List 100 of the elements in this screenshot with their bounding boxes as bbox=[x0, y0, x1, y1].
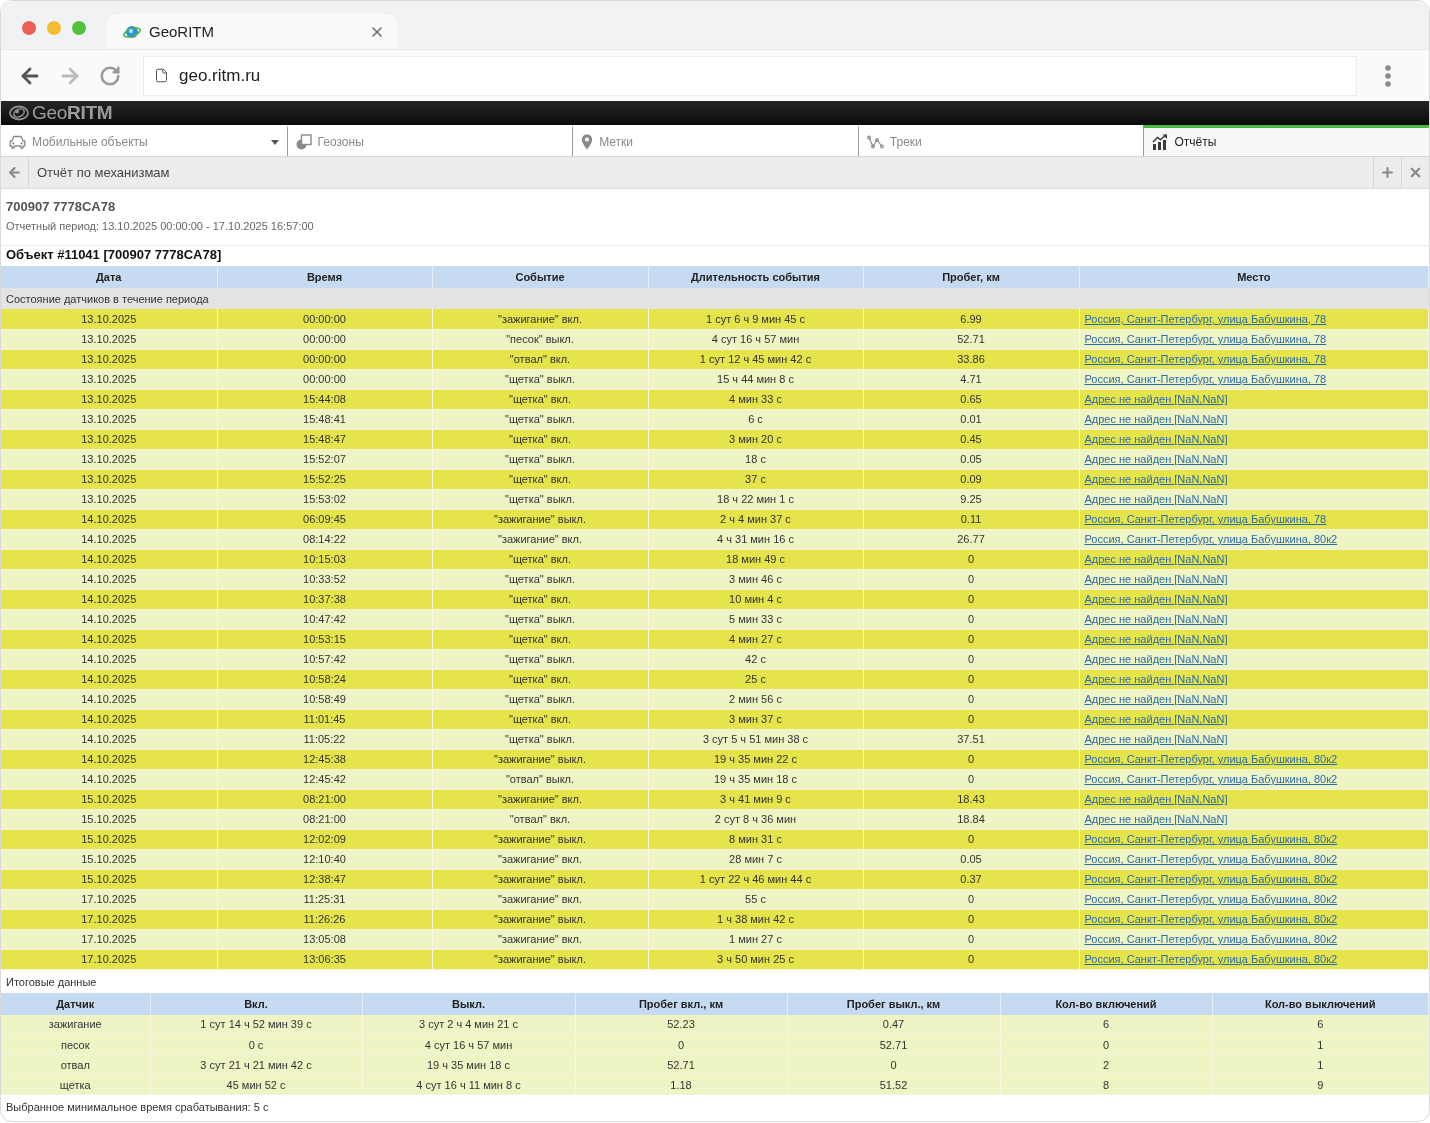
address-link[interactable]: Адрес не найден [NaN,NaN] bbox=[1084, 633, 1228, 645]
table-cell: 4 мин 33 с bbox=[648, 389, 863, 409]
address-link[interactable]: Россия, Санкт-Петербург, улица Бабушкина, 80к2 bbox=[1084, 873, 1338, 885]
table-cell: 13.10.2025 bbox=[1, 449, 217, 469]
address-link[interactable]: Россия, Санкт-Петербург, улица Бабушкина, 80к2 bbox=[1084, 773, 1338, 785]
table-cell: 42 с bbox=[648, 649, 863, 669]
table-cell: 10:47:42 bbox=[217, 609, 432, 629]
table-cell: 13.10.2025 bbox=[1, 429, 217, 449]
address-link[interactable]: Россия, Санкт-Петербург, улица Бабушкина, 80к2 bbox=[1084, 933, 1338, 945]
address-link[interactable]: Россия, Санкт-Петербург, улица Бабушкина, 78 bbox=[1084, 333, 1327, 345]
section-title: Объект #11041 [700907 7778CA78] bbox=[6, 247, 222, 263]
footnote: Выбранное минимальное время срабатывания: 5 с bbox=[6, 1100, 269, 1114]
table-cell: 15.10.2025 bbox=[1, 809, 217, 829]
table-cell: 0 bbox=[863, 549, 1079, 569]
address-link[interactable]: Россия, Санкт-Петербург, улица Бабушкина, 80к2 bbox=[1084, 833, 1338, 845]
table-cell: "зажигание" выкл. bbox=[432, 869, 648, 889]
address-link[interactable]: Адрес не найден [NaN,NaN] bbox=[1084, 493, 1228, 505]
table-cell: 9.25 bbox=[863, 489, 1079, 509]
address-link[interactable]: Россия, Санкт-Петербург, улица Бабушкина, 78 bbox=[1084, 312, 1327, 325]
address-link[interactable]: Адрес не найден [NaN,NaN] bbox=[1084, 613, 1228, 625]
table-cell: "зажигание" выкл. bbox=[432, 749, 648, 769]
table-cell: 0.45 bbox=[863, 429, 1079, 449]
address-link[interactable]: Россия, Санкт-Петербург, улица Бабушкина, 80к2 bbox=[1084, 913, 1338, 925]
column-header: Место bbox=[1079, 266, 1429, 288]
table-cell: 0 bbox=[863, 709, 1079, 729]
table-cell: 10:15:03 bbox=[217, 549, 432, 569]
address-link[interactable]: Адрес не найден [NaN,NaN] bbox=[1084, 453, 1228, 465]
table-cell: 14.10.2025 bbox=[1, 549, 217, 569]
table-cell: "щетка" вкл. bbox=[432, 709, 648, 729]
window-minimize-icon[interactable] bbox=[47, 21, 61, 35]
table-cell: "зажигание" вкл. bbox=[432, 929, 648, 949]
table-cell: 17.10.2025 bbox=[1, 909, 217, 929]
table-cell: 0 bbox=[863, 829, 1079, 849]
table-cell: 0.65 bbox=[863, 389, 1079, 409]
table-cell: 0 bbox=[863, 689, 1079, 709]
table-cell: 0 bbox=[863, 609, 1079, 629]
table-cell: 15 ч 44 мин 8 с bbox=[648, 369, 863, 389]
table-cell: 00:00:00 bbox=[217, 349, 432, 369]
table-cell: "зажигание" вкл. bbox=[432, 889, 648, 909]
address-link[interactable]: Адрес не найден [NaN,NaN] bbox=[1084, 413, 1228, 425]
address-link[interactable]: Адрес не найден [NaN,NaN] bbox=[1084, 593, 1228, 605]
address-link[interactable]: Адрес не найден [NaN,NaN] bbox=[1084, 473, 1228, 485]
table-cell: 0 bbox=[863, 629, 1079, 649]
reload-icon bbox=[99, 64, 121, 87]
address-link[interactable]: Адрес не найден [NaN,NaN] bbox=[1084, 433, 1228, 445]
column-header: Длительность события bbox=[648, 266, 863, 288]
back-icon bbox=[7, 165, 22, 180]
address-link[interactable]: Адрес не найден [NaN,NaN] bbox=[1084, 733, 1228, 745]
table-cell: 0 bbox=[863, 669, 1079, 689]
table-cell: 45 мин 52 с bbox=[150, 1074, 362, 1095]
table-cell: 1 сут 22 ч 46 мин 44 с bbox=[648, 869, 863, 889]
address-link[interactable]: Адрес не найден [NaN,NaN] bbox=[1084, 653, 1228, 665]
address-link[interactable]: Адрес не найден [NaN,NaN] bbox=[1084, 553, 1228, 565]
address-link[interactable]: Адрес не найден [NaN,NaN] bbox=[1084, 693, 1228, 705]
address-field[interactable]: geo.ritm.ru bbox=[143, 55, 1357, 96]
address-link[interactable]: Адрес не найден [NaN,NaN] bbox=[1084, 673, 1228, 685]
window-maximize-icon[interactable] bbox=[72, 21, 86, 35]
route-icon bbox=[866, 135, 884, 149]
address-link[interactable]: Адрес не найден [NaN,NaN] bbox=[1084, 393, 1228, 405]
address-link[interactable]: Россия, Санкт-Петербург, улица Бабушкина, 80к2 bbox=[1084, 853, 1338, 865]
window-close-icon[interactable] bbox=[22, 21, 36, 35]
address-link[interactable]: Россия, Санкт-Петербург, улица Бабушкина, 78 bbox=[1084, 513, 1327, 525]
table-cell: 18 мин 49 с bbox=[648, 549, 863, 569]
browser-tab[interactable]: GeoRITM bbox=[107, 14, 397, 49]
table-cell: "щетка" вкл. bbox=[432, 629, 648, 649]
close-icon bbox=[1408, 165, 1423, 180]
table-cell: 14.10.2025 bbox=[1, 709, 217, 729]
table-cell: 1 сут 12 ч 45 мин 42 с bbox=[648, 349, 863, 369]
address-link[interactable]: Россия, Санкт-Петербург, улица Бабушкина, 80к2 bbox=[1084, 533, 1338, 545]
table-cell: 6.99 bbox=[863, 309, 1079, 329]
address-link[interactable]: Россия, Санкт-Петербург, улица Бабушкина, 80к2 bbox=[1084, 753, 1338, 765]
table-cell: 13.10.2025 bbox=[1, 329, 217, 349]
address-link[interactable]: Адрес не найден [NaN,NaN] bbox=[1084, 813, 1228, 825]
table-cell: 08:21:00 bbox=[217, 809, 432, 829]
table-cell: 52.71 bbox=[575, 1054, 787, 1075]
address-link[interactable]: Адрес не найден [NaN,NaN] bbox=[1084, 793, 1228, 805]
table-cell: 0 bbox=[863, 769, 1079, 789]
address-link[interactable]: Адрес не найден [NaN,NaN] bbox=[1084, 713, 1228, 725]
address-link[interactable]: Россия, Санкт-Петербург, улица Бабушкина, 78 bbox=[1084, 353, 1327, 365]
table-cell: 15:48:47 bbox=[217, 429, 432, 449]
table-cell: 52.71 bbox=[787, 1034, 1000, 1055]
address-link[interactable]: Россия, Санкт-Петербург, улица Бабушкина, 80к2 bbox=[1084, 953, 1338, 965]
table-cell: 3 ч 50 мин 25 с bbox=[648, 949, 863, 969]
table-cell: "отвал" вкл. bbox=[432, 349, 648, 369]
column-header: Датчик bbox=[1, 992, 150, 1015]
address-link[interactable]: Россия, Санкт-Петербург, улица Бабушкина, 78 bbox=[1084, 373, 1327, 385]
table-cell: 0 bbox=[863, 649, 1079, 669]
table-cell: 15:52:25 bbox=[217, 469, 432, 489]
table-cell: 0 bbox=[787, 1054, 1000, 1075]
address-link[interactable]: Россия, Санкт-Петербург, улица Бабушкина, 80к2 bbox=[1084, 893, 1338, 905]
table-cell: 10:33:52 bbox=[217, 569, 432, 589]
table-cell: 14.10.2025 bbox=[1, 609, 217, 629]
address-link[interactable]: Адрес не найден [NaN,NaN] bbox=[1084, 573, 1228, 585]
nav-tab[interactable]: Отчёты bbox=[1143, 125, 1429, 156]
table-cell: "отвал" выкл. bbox=[432, 769, 648, 789]
menu-icon bbox=[1385, 64, 1391, 87]
table-cell: 10:58:24 bbox=[217, 669, 432, 689]
table-cell: 10 мин 4 с bbox=[648, 589, 863, 609]
table-cell: 18.84 bbox=[863, 809, 1079, 829]
table-cell: 4 сут 16 ч 57 мин bbox=[648, 329, 863, 349]
